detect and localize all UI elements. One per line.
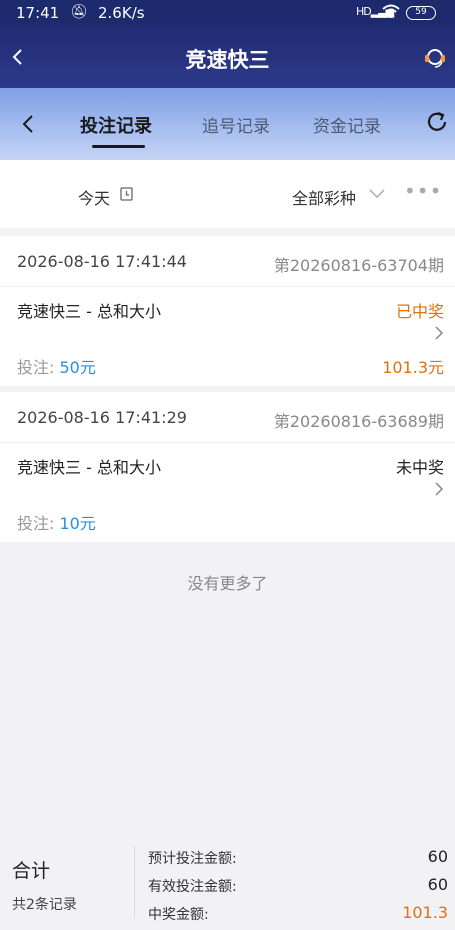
- customer-service-icon[interactable]: [422, 46, 448, 70]
- more-options-icon[interactable]: •••: [404, 179, 442, 203]
- record-game: 竞速快三 - 总和大小: [17, 458, 161, 477]
- divider: [134, 846, 135, 918]
- record-count: 共2条记录: [12, 897, 77, 913]
- expected-bet-value: 60: [427, 847, 448, 866]
- record-tabs: 投注记录 追号记录 资金记录: [0, 88, 455, 160]
- refresh-icon[interactable]: [424, 109, 450, 135]
- wifi-icon: [382, 4, 400, 18]
- divider: [0, 286, 455, 287]
- win-amount-label: 中奖金额:: [148, 907, 209, 923]
- status-bar: 17:41 🔕︎ 2.6K/s HD▂▃▅ 59: [0, 0, 455, 26]
- record-game: 竞速快三 - 总和大小: [17, 302, 161, 321]
- record-issue: 第20260816-63689期: [273, 412, 444, 431]
- calendar-clock-icon[interactable]: [120, 187, 133, 201]
- date-filter[interactable]: 今天: [78, 185, 110, 209]
- expected-bet-row: 预计投注金额: 60: [148, 847, 448, 868]
- summary-title: 合计: [12, 860, 51, 882]
- bet-amount: 50元: [59, 358, 96, 377]
- status-time: 17:41: [16, 4, 60, 22]
- summary-panel: 合计 共2条记录 预计投注金额: 60 有效投注金额: 60 中奖金额: 101…: [0, 830, 455, 930]
- valid-bet-label: 有效投注金额:: [148, 879, 237, 895]
- chevron-right-icon[interactable]: [434, 481, 444, 497]
- bet-record-card[interactable]: 2026-08-16 17:41:29 第20260816-63689期 竞速快…: [0, 392, 455, 542]
- valid-bet-row: 有效投注金额: 60: [148, 875, 448, 896]
- no-more-text: 没有更多了: [187, 574, 268, 593]
- tab-fund-records[interactable]: 资金记录: [313, 112, 381, 137]
- divider: [0, 442, 455, 443]
- bet-record-card[interactable]: 2026-08-16 17:41:44 第20260816-63704期 竞速快…: [0, 236, 455, 386]
- record-issue: 第20260816-63704期: [273, 256, 444, 275]
- tab-chase-records[interactable]: 追号记录: [202, 112, 270, 137]
- valid-bet-value: 60: [427, 875, 448, 894]
- bet-amount: 10元: [59, 514, 96, 533]
- active-tab-indicator: [92, 145, 145, 148]
- win-amount-row: 中奖金额: 101.3: [148, 903, 448, 924]
- chevron-right-icon[interactable]: [434, 325, 444, 341]
- record-datetime: 2026-08-16 17:41:44: [17, 252, 187, 271]
- network-speed: 2.6K/s: [98, 4, 145, 22]
- tab-bet-records[interactable]: 投注记录: [80, 112, 152, 138]
- record-status: 未中奖: [395, 458, 444, 477]
- mute-bell-icon: 🔕︎: [70, 4, 88, 20]
- record-datetime: 2026-08-16 17:41:29: [17, 408, 187, 427]
- expected-bet-label: 预计投注金额:: [148, 851, 237, 867]
- record-bet: 投注: 50元: [17, 354, 96, 378]
- chevron-down-icon[interactable]: [368, 188, 386, 200]
- win-amount-value: 101.3: [402, 903, 448, 922]
- chevron-left-icon[interactable]: [18, 112, 38, 136]
- record-bet: 投注: 10元: [17, 510, 96, 534]
- bet-label: 投注:: [17, 358, 60, 377]
- page-title: 竞速快三: [185, 48, 270, 72]
- battery-icon: 59: [406, 6, 436, 20]
- game-filter[interactable]: 全部彩种: [292, 185, 356, 209]
- title-bar: 竞速快三: [0, 26, 455, 88]
- record-status: 已中奖: [395, 302, 444, 321]
- signal-label: HD: [356, 5, 372, 18]
- bet-label: 投注:: [17, 514, 60, 533]
- filter-bar: 今天 全部彩种 •••: [0, 160, 455, 228]
- win-amount: 101.3元: [382, 358, 444, 377]
